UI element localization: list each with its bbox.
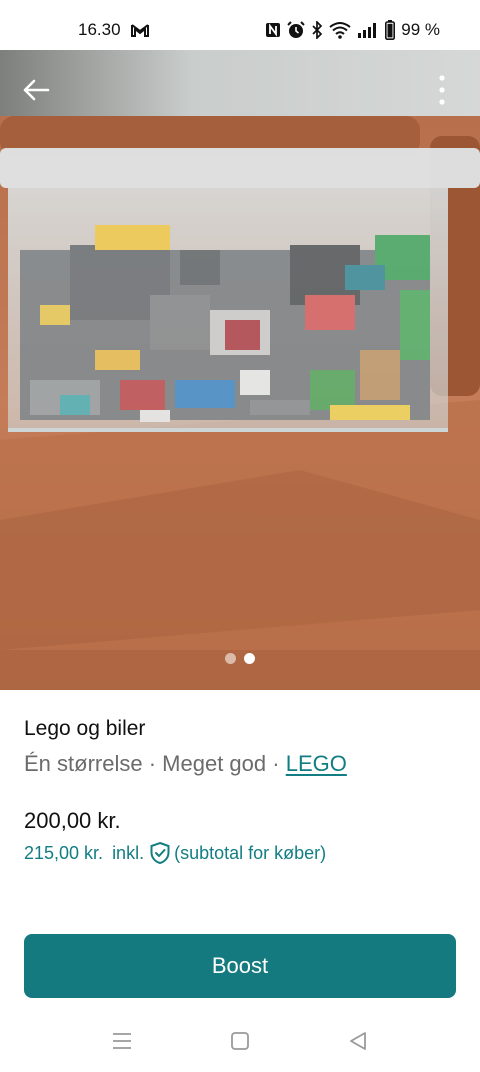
- signal-icon: [357, 20, 379, 40]
- status-right: 99 %: [265, 20, 440, 40]
- listing-photo[interactable]: [0, 50, 480, 690]
- listing-brand-link[interactable]: LEGO: [286, 751, 347, 776]
- bluetooth-icon: [311, 20, 323, 40]
- buyer-protection-shield-icon: [149, 841, 171, 865]
- recent-apps-icon: [112, 1032, 132, 1055]
- listing-condition: Meget god: [162, 751, 267, 776]
- status-bar: 16.30 99 %: [0, 0, 480, 50]
- meta-separator: ·: [148, 751, 157, 776]
- listing-meta: Én størrelse · Meget god · LEGO: [24, 749, 464, 779]
- photo-scene: [0, 50, 480, 690]
- recent-apps-button[interactable]: [104, 1028, 140, 1058]
- listing-title: Lego og biler: [24, 717, 146, 740]
- photo-pagination: [0, 653, 480, 664]
- back-button[interactable]: [16, 72, 56, 112]
- status-left: 16.30: [78, 20, 149, 40]
- listing-details: Lego og biler Én størrelse · Meget god ·…: [24, 715, 464, 779]
- nfc-icon: [265, 20, 281, 40]
- battery-icon: [385, 20, 396, 40]
- home-icon: [230, 1031, 250, 1056]
- photo-dot-2-active[interactable]: [244, 653, 255, 664]
- boost-button[interactable]: Boost: [24, 934, 456, 998]
- buyer-price: 215,00 kr.: [24, 843, 104, 863]
- gmail-icon: [130, 20, 149, 40]
- photo-dot-1[interactable]: [225, 653, 236, 664]
- alarm-icon: [287, 20, 305, 40]
- battery-level: 99 %: [401, 20, 440, 39]
- arrow-left-icon: [22, 78, 50, 107]
- more-options-button[interactable]: [424, 72, 460, 112]
- home-button[interactable]: [222, 1028, 258, 1058]
- meta-separator: ·: [272, 751, 280, 776]
- buyer-price-row[interactable]: 215,00 kr. inkl. (subtotal for køber): [24, 840, 326, 866]
- system-back-button[interactable]: [340, 1028, 376, 1058]
- status-time: 16.30: [78, 20, 121, 39]
- buyer-price-incl: inkl.: [112, 843, 145, 863]
- buyer-note: (subtotal for køber): [174, 843, 327, 863]
- listing-price: 200,00 kr.: [24, 808, 121, 833]
- back-nav-icon: [348, 1031, 368, 1056]
- more-vertical-icon: [439, 74, 445, 111]
- listing-size: Én størrelse: [24, 751, 143, 776]
- wifi-icon: [329, 20, 351, 40]
- system-nav-bar: [0, 1018, 480, 1072]
